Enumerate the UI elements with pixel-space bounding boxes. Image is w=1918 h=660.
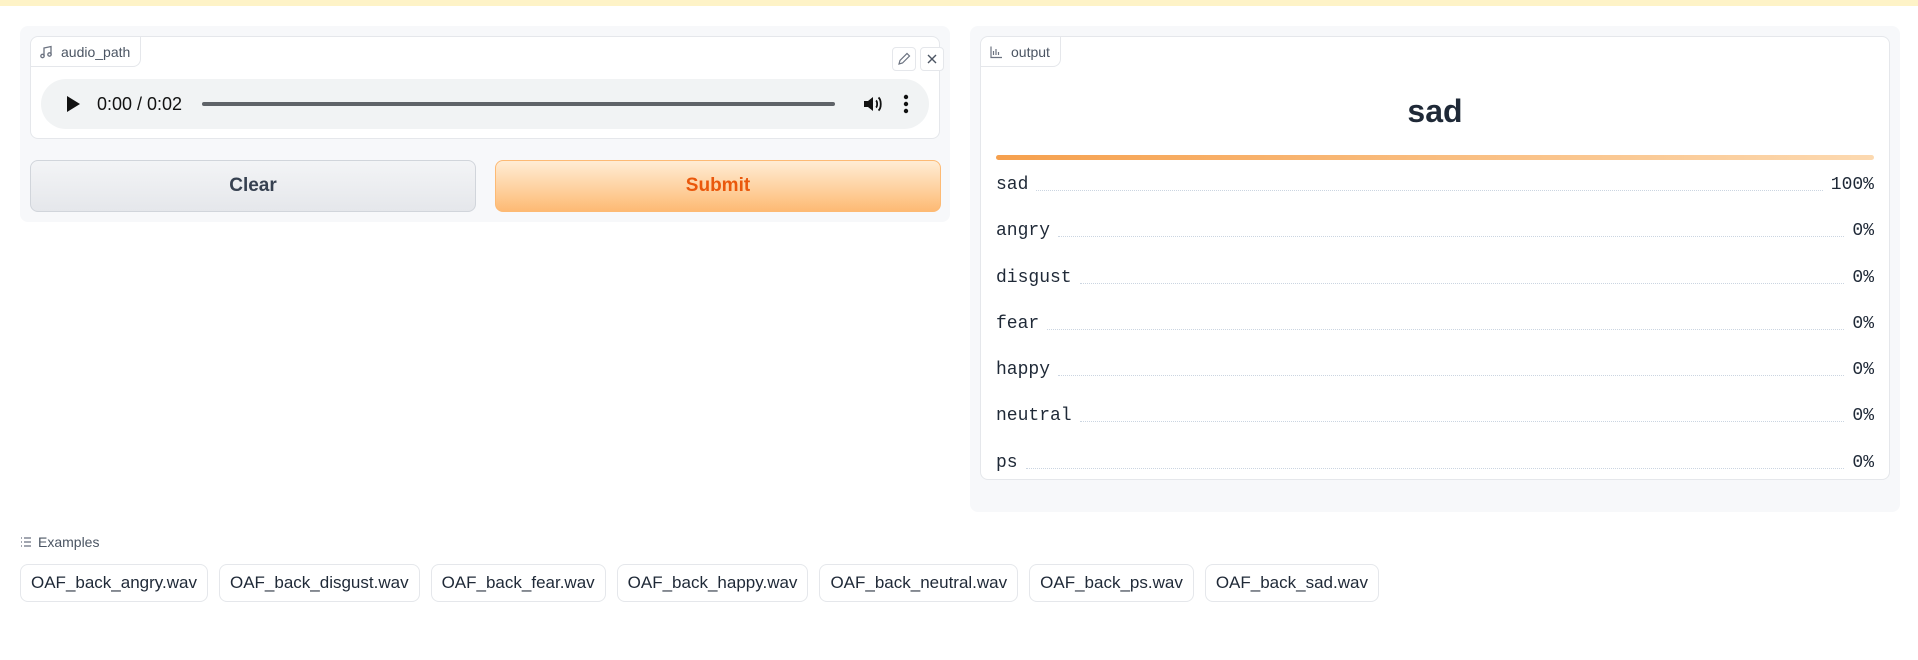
confidence-row: sad 100% xyxy=(996,167,1874,213)
confidence-value: 0% xyxy=(1852,313,1874,334)
output-label: output xyxy=(1011,43,1050,60)
confidence-row: fear 0% xyxy=(996,306,1874,352)
audio-label: audio_path xyxy=(61,43,131,60)
example-item[interactable]: OAF_back_ps.wav xyxy=(1029,564,1194,602)
close-button[interactable] xyxy=(920,47,944,71)
example-item[interactable]: OAF_back_disgust.wav xyxy=(218,564,420,602)
close-icon xyxy=(927,54,937,64)
edit-button[interactable] xyxy=(892,47,916,71)
confidence-label: angry xyxy=(996,221,1051,242)
example-item[interactable]: OAF_back_happy.wav xyxy=(616,564,809,602)
examples-title: Examples xyxy=(38,534,100,550)
dotted-leader xyxy=(1058,360,1845,377)
example-item[interactable]: OAF_back_sad.wav xyxy=(1204,564,1379,602)
pencil-icon xyxy=(898,52,911,65)
input-panel: audio_path 0:00 / 0:02 Clear Submit xyxy=(20,26,950,222)
examples-header: Examples xyxy=(20,534,99,550)
predicted-label: sad xyxy=(1407,93,1463,129)
play-icon[interactable] xyxy=(61,93,83,115)
confidence-value: 0% xyxy=(1852,267,1874,288)
confidence-row: disgust 0% xyxy=(996,260,1874,306)
audio-input: audio_path 0:00 / 0:02 xyxy=(30,36,944,139)
volume-icon[interactable] xyxy=(861,93,883,115)
dotted-leader xyxy=(1058,221,1845,238)
example-item[interactable]: OAF_back_angry.wav xyxy=(20,564,208,602)
confidence-value: 0% xyxy=(1852,221,1874,242)
confidence-list: sad 100% angry 0% disgust 0% fear 0% happy 0% neut… xyxy=(996,167,1874,491)
confidence-bar xyxy=(996,155,1874,160)
dotted-leader xyxy=(1079,406,1845,423)
confidence-value: 0% xyxy=(1852,452,1874,473)
confidence-row: neutral 0% xyxy=(996,398,1874,444)
confidence-row: ps 0% xyxy=(996,445,1874,491)
confidence-row: happy 0% xyxy=(996,352,1874,398)
confidence-label: ps xyxy=(996,452,1018,473)
audio-label-tag: audio_path xyxy=(31,37,142,67)
dotted-leader xyxy=(1079,268,1845,284)
dotted-leader xyxy=(1036,175,1823,191)
top-accent-bar xyxy=(0,0,1918,6)
examples-list: OAF_back_angry.wav OAF_back_disgust.wav OA… xyxy=(20,564,1379,602)
clear-button[interactable]: Clear xyxy=(30,160,476,212)
output-label-tag: output xyxy=(981,37,1061,67)
label-output: output sad sad 100% angry 0% disgust 0% fear 0%… xyxy=(980,36,1890,480)
chart-icon xyxy=(990,46,1002,58)
confidence-row: angry 0% xyxy=(996,213,1874,259)
example-item[interactable]: OAF_back_neutral.wav xyxy=(819,564,1019,602)
confidence-value: 0% xyxy=(1852,360,1874,381)
confidence-label: happy xyxy=(996,360,1051,381)
dotted-leader xyxy=(1025,453,1845,469)
music-note-icon xyxy=(40,45,52,58)
output-panel: output sad sad 100% angry 0% disgust 0% fear 0%… xyxy=(970,26,1900,512)
confidence-value: 100% xyxy=(1830,175,1874,195)
time-display: 0:00 / 0:02 xyxy=(97,93,183,114)
confidence-label: disgust xyxy=(996,267,1072,288)
list-icon xyxy=(21,537,31,547)
confidence-label: sad xyxy=(996,175,1029,195)
more-options-icon[interactable] xyxy=(903,93,909,115)
dotted-leader xyxy=(1047,314,1845,330)
confidence-label: fear xyxy=(996,313,1040,334)
confidence-label: neutral xyxy=(996,406,1072,427)
submit-button[interactable]: Submit xyxy=(495,160,941,212)
audio-player: 0:00 / 0:02 xyxy=(41,79,929,129)
seek-bar[interactable] xyxy=(202,102,835,106)
confidence-value: 0% xyxy=(1852,406,1874,427)
example-item[interactable]: OAF_back_fear.wav xyxy=(430,564,606,602)
